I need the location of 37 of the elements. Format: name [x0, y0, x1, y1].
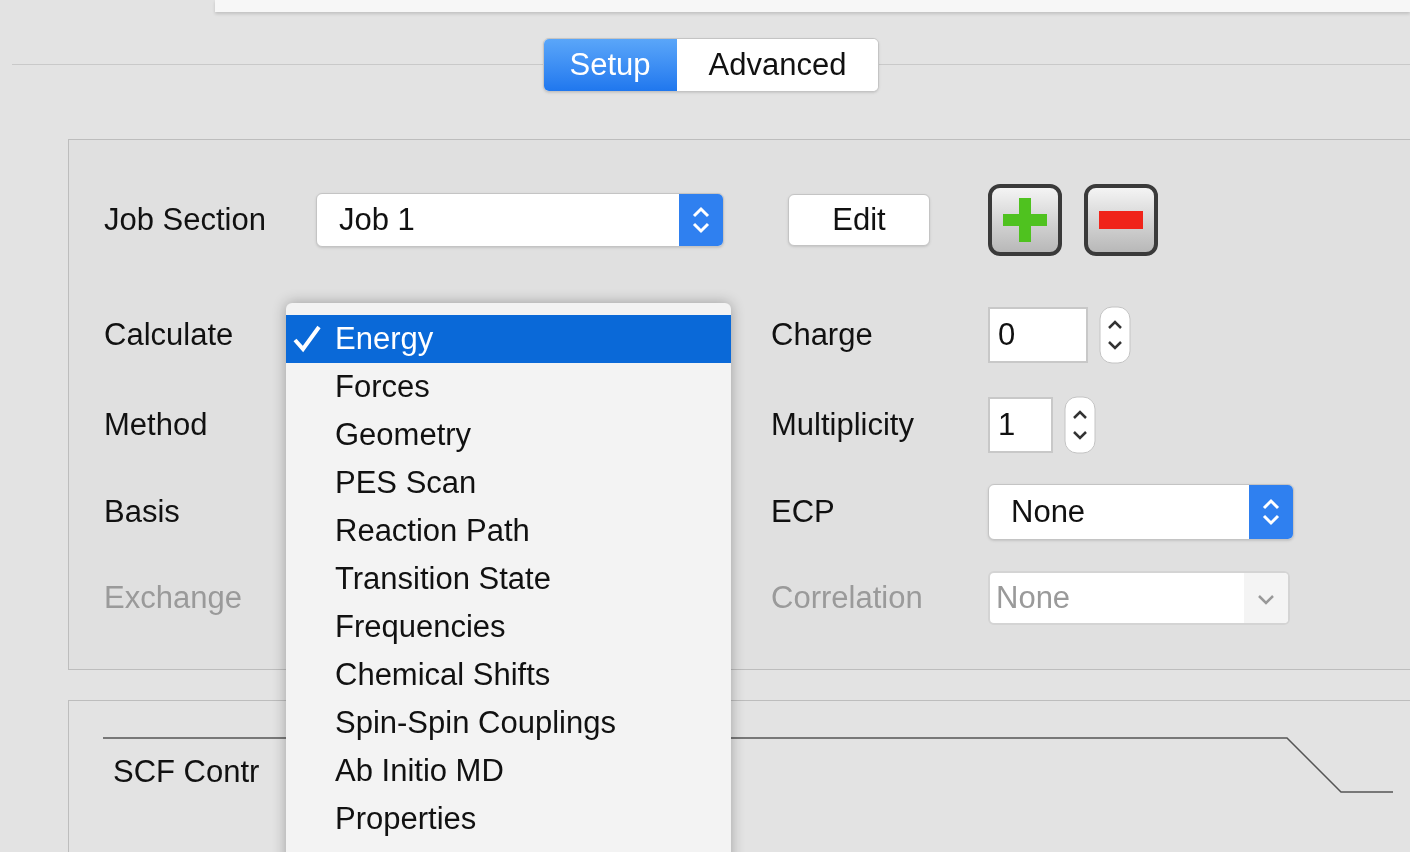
menu-item[interactable]: Spin-Spin Couplings	[286, 699, 731, 747]
menu-item[interactable]: Ab Initio MD	[286, 747, 731, 795]
dropdown[interactable]: None	[988, 484, 1294, 540]
field-label: Charge	[771, 315, 874, 354]
menu-item[interactable]: Chemical Shifts	[286, 651, 731, 699]
add-button[interactable]	[988, 184, 1062, 256]
menu-item[interactable]: Frequencies	[286, 603, 731, 651]
job-section-dropdown[interactable]: Job 1	[316, 193, 724, 247]
stepper-icon	[1249, 485, 1293, 539]
menu-item[interactable]: Geometry	[286, 411, 731, 459]
number-field[interactable]: 0	[988, 307, 1088, 363]
edit-button[interactable]: Edit	[788, 194, 930, 246]
field-label: Multiplicity	[771, 405, 915, 444]
section-title: SCF Contr	[113, 753, 260, 791]
menu-item[interactable]: Energy	[286, 315, 731, 363]
number-field[interactable]: 1	[988, 397, 1053, 453]
field-label: ECP	[771, 492, 836, 531]
chevron-down-icon	[1244, 573, 1288, 623]
menu-item[interactable]: Transition State	[286, 555, 731, 603]
minus-icon	[1099, 211, 1143, 229]
field-label: Correlation	[771, 578, 924, 617]
stepper-icon[interactable]	[1064, 396, 1096, 454]
menu-item[interactable]: Properties	[286, 795, 731, 843]
menu-item[interactable]: PES Scan	[286, 459, 731, 507]
tab[interactable]: Advanced	[676, 39, 879, 91]
field-label: Basis	[104, 493, 180, 529]
field-label: Job Section	[104, 200, 267, 239]
menu-item[interactable]: Reaction Path	[286, 507, 731, 555]
field-label: Exchange	[104, 579, 242, 615]
checkmark-icon	[292, 324, 322, 354]
remove-button[interactable]	[1084, 184, 1158, 256]
field-label: Method	[104, 406, 208, 442]
stepper-icon	[679, 194, 723, 246]
field-label: Calculate	[104, 316, 234, 352]
menu-item[interactable]: Forces	[286, 363, 731, 411]
stepper-icon[interactable]	[1099, 306, 1131, 364]
plus-icon	[1003, 198, 1047, 242]
